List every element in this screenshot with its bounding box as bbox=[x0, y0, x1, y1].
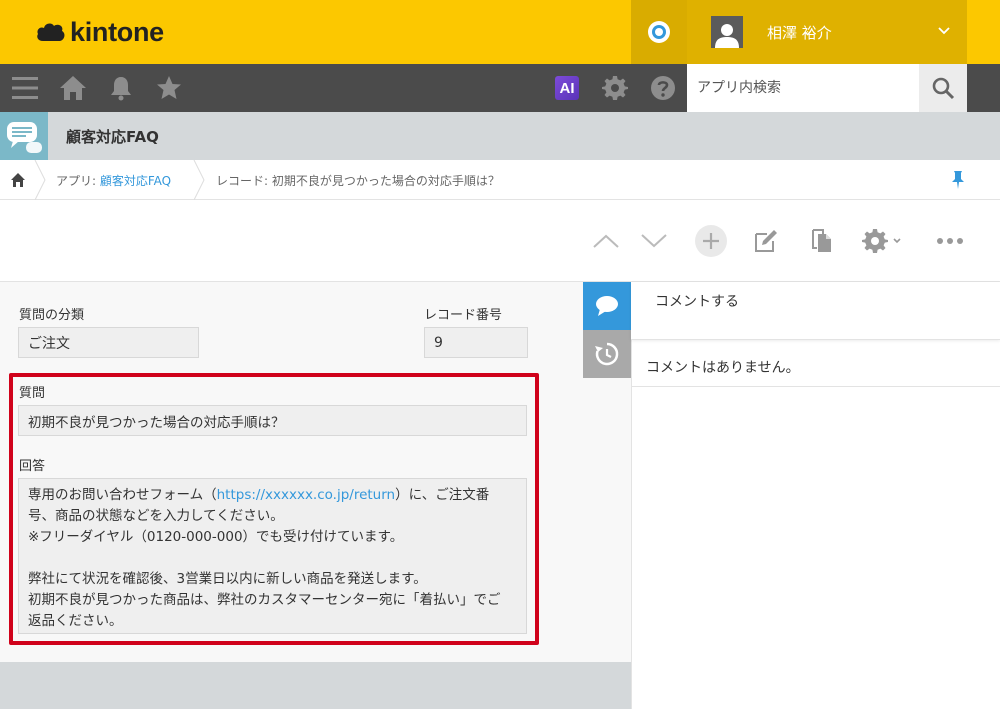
breadcrumb-app-prefix: アプリ: bbox=[56, 174, 100, 188]
hamburger-icon bbox=[12, 77, 38, 99]
answer-text: 専用のお問い合わせフォーム（https://xxxxxx.co.jp/retur… bbox=[28, 485, 517, 632]
answer-label: 回答 bbox=[19, 459, 46, 474]
breadcrumb-app-link[interactable]: 顧客対応FAQ bbox=[100, 174, 171, 188]
breadcrumb-separator bbox=[34, 160, 46, 200]
category-label: 質問の分類 bbox=[19, 308, 85, 323]
status-button[interactable] bbox=[631, 0, 687, 64]
comment-placeholder[interactable]: コメントする bbox=[655, 291, 739, 311]
home-icon bbox=[60, 76, 86, 100]
record-action-bar bbox=[0, 200, 1000, 282]
more-dots-icon bbox=[937, 238, 963, 244]
chevron-down-icon bbox=[938, 27, 950, 35]
avatar bbox=[711, 16, 743, 48]
pencil-icon bbox=[755, 230, 777, 252]
history-tab[interactable] bbox=[583, 330, 631, 378]
chevron-down-icon bbox=[893, 238, 901, 244]
search-icon bbox=[932, 77, 955, 100]
record-number-label: レコード番号 bbox=[424, 308, 503, 323]
ai-button[interactable]: AI bbox=[555, 76, 579, 100]
help-button[interactable] bbox=[647, 72, 679, 104]
star-icon bbox=[157, 76, 181, 99]
return-form-link[interactable]: https://xxxxxx.co.jp/return bbox=[217, 487, 396, 503]
chevron-down-icon bbox=[641, 234, 667, 248]
home-button[interactable] bbox=[57, 72, 89, 104]
app-icon[interactable] bbox=[0, 112, 48, 160]
status-ring-icon bbox=[648, 21, 670, 43]
kintone-logo[interactable]: kintone bbox=[36, 16, 164, 48]
logo-text: kintone bbox=[70, 16, 164, 47]
form-footer bbox=[0, 662, 631, 709]
no-comments-text: コメントはありません。 bbox=[646, 360, 800, 376]
favorite-button[interactable] bbox=[153, 72, 185, 104]
next-record-button[interactable] bbox=[638, 225, 670, 257]
breadcrumb-separator bbox=[193, 160, 205, 200]
comments-tab[interactable] bbox=[583, 282, 631, 330]
gear-icon bbox=[602, 76, 628, 100]
home-icon[interactable] bbox=[10, 172, 26, 188]
chat-bubble-app-icon bbox=[7, 122, 42, 153]
search-button[interactable] bbox=[919, 64, 967, 112]
answer-text-part: 専用のお問い合わせフォーム（ bbox=[28, 487, 217, 503]
menu-button[interactable] bbox=[9, 72, 41, 104]
comment-divider bbox=[631, 386, 1000, 387]
user-menu[interactable]: 相澤 裕介 bbox=[687, 0, 967, 64]
history-icon bbox=[595, 342, 619, 366]
app-title[interactable]: 顧客対応FAQ bbox=[66, 126, 159, 147]
comment-panel bbox=[631, 282, 1000, 709]
chevron-up-icon bbox=[593, 234, 619, 248]
user-name: 相澤 裕介 bbox=[767, 23, 832, 42]
user-icon bbox=[715, 24, 739, 48]
help-icon bbox=[651, 76, 675, 100]
gear-icon bbox=[862, 229, 888, 253]
side-tab-filler bbox=[583, 378, 631, 662]
pin-icon[interactable] bbox=[950, 170, 966, 190]
duplicate-record-button[interactable] bbox=[806, 225, 838, 257]
speech-bubble-icon bbox=[596, 296, 618, 316]
breadcrumb-record: レコード: 初期不良が見つかった場合の対応手順は？ bbox=[216, 174, 500, 188]
prev-record-button[interactable] bbox=[590, 225, 622, 257]
toolbar-right-strip bbox=[967, 64, 1000, 112]
answer-text-part: 号、商品の状態などを入力してください。 ※フリーダイヤル（0120-000-00… bbox=[28, 508, 501, 629]
record-number-value: 9 bbox=[424, 327, 528, 358]
app-search-input[interactable] bbox=[687, 64, 919, 112]
edit-record-button[interactable] bbox=[750, 225, 782, 257]
category-value: ご注文 bbox=[18, 327, 199, 358]
more-options-button[interactable] bbox=[934, 225, 966, 257]
notification-button[interactable] bbox=[105, 72, 137, 104]
copy-document-icon bbox=[812, 229, 831, 252]
breadcrumb-app: アプリ: 顧客対応FAQ bbox=[56, 172, 171, 189]
question-label: 質問 bbox=[19, 386, 46, 401]
plus-icon bbox=[703, 233, 719, 249]
answer-value: 専用のお問い合わせフォーム（https://xxxxxx.co.jp/retur… bbox=[18, 478, 527, 634]
settings-button[interactable] bbox=[599, 72, 631, 104]
answer-text-part: ）に、ご注文番 bbox=[395, 487, 490, 503]
bell-icon bbox=[111, 77, 131, 101]
cloud-logo-icon bbox=[37, 23, 65, 41]
question-value: 初期不良が見つかった場合の対応手順は？ bbox=[18, 405, 527, 436]
record-settings-button[interactable] bbox=[862, 225, 910, 257]
add-record-button[interactable] bbox=[695, 225, 727, 257]
